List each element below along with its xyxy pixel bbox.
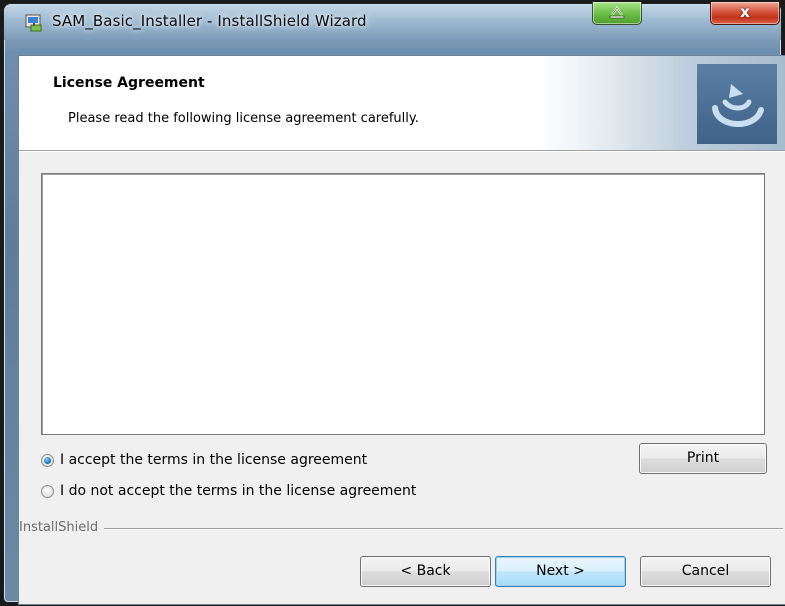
installshield-logo-icon — [697, 64, 777, 144]
accept-terms-label[interactable]: I accept the terms in the license agreem… — [60, 452, 367, 468]
next-button[interactable]: Next > — [495, 556, 626, 587]
logo-swirl — [712, 84, 764, 127]
page-title: License Agreement — [53, 75, 205, 91]
decline-terms-radio-row[interactable]: I do not accept the terms in the license… — [41, 481, 416, 501]
installer-icon — [25, 14, 42, 32]
title-bar[interactable]: SAM_Basic_Installer - InstallShield Wiza… — [4, 2, 781, 40]
installer-window: SAM_Basic_Installer - InstallShield Wiza… — [4, 2, 785, 605]
cancel-button[interactable]: Cancel — [640, 556, 771, 587]
wizard-client-area: License Agreement Please read the follow… — [18, 55, 785, 605]
restore-icon — [609, 6, 625, 19]
restore-button[interactable] — [592, 2, 642, 25]
header-separator — [19, 151, 785, 152]
installshield-group-line — [19, 528, 783, 530]
print-button[interactable]: Print — [639, 443, 767, 474]
installshield-group-label: InstallShield — [19, 520, 105, 535]
close-button[interactable]: x — [710, 2, 780, 25]
accept-terms-radio-row[interactable]: I accept the terms in the license agreem… — [41, 450, 367, 470]
window-title: SAM_Basic_Installer - InstallShield Wiza… — [52, 12, 367, 30]
page-subtitle: Please read the following license agreem… — [68, 111, 419, 126]
accept-terms-radio[interactable] — [41, 453, 54, 467]
back-button[interactable]: < Back — [360, 556, 491, 587]
wizard-header: License Agreement Please read the follow… — [19, 56, 785, 151]
decline-terms-radio[interactable] — [41, 484, 54, 498]
decline-terms-label[interactable]: I do not accept the terms in the license… — [60, 483, 416, 499]
close-icon: x — [740, 3, 750, 21]
license-text-area[interactable] — [41, 173, 765, 435]
